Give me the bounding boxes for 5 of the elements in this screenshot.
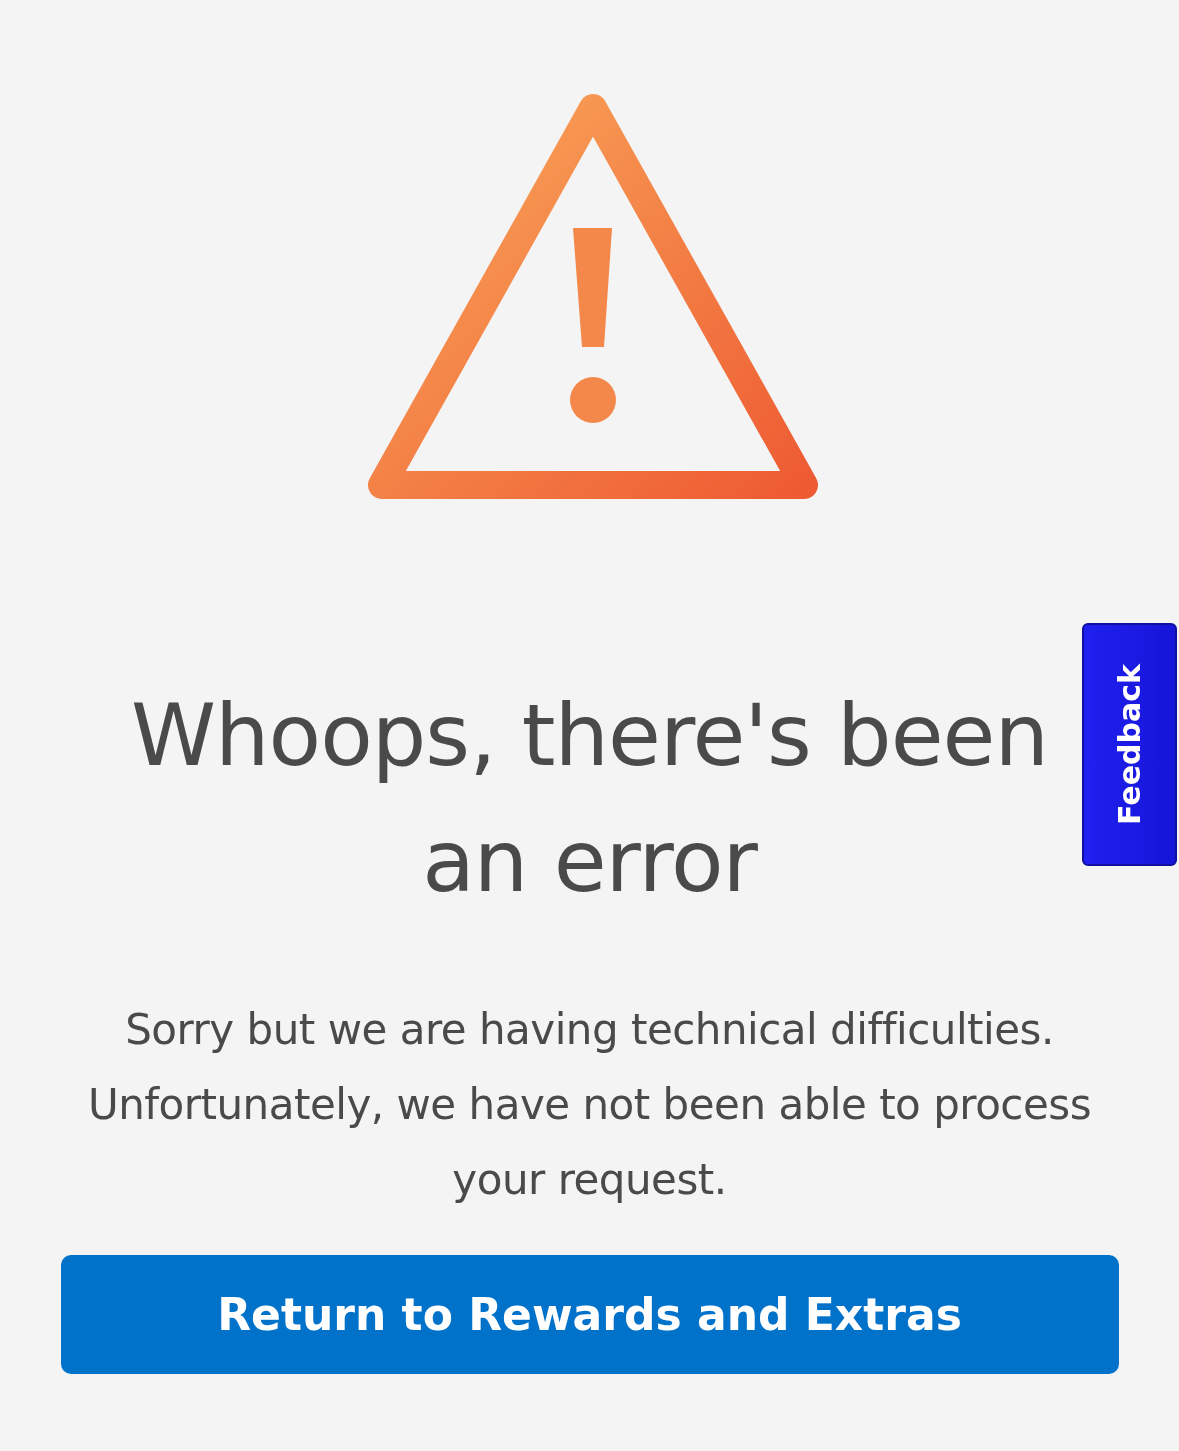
- warning-icon: [367, 94, 818, 499]
- error-heading: Whoops, there's been an error: [129, 684, 1050, 913]
- feedback-tab[interactable]: Feedback: [1082, 623, 1177, 866]
- error-message: Sorry but we are having technical difficulties. Unfortunately, we have not been able to process your request.: [86, 1004, 1093, 1206]
- return-button[interactable]: Return to Rewards and Extras: [60, 1255, 1119, 1374]
